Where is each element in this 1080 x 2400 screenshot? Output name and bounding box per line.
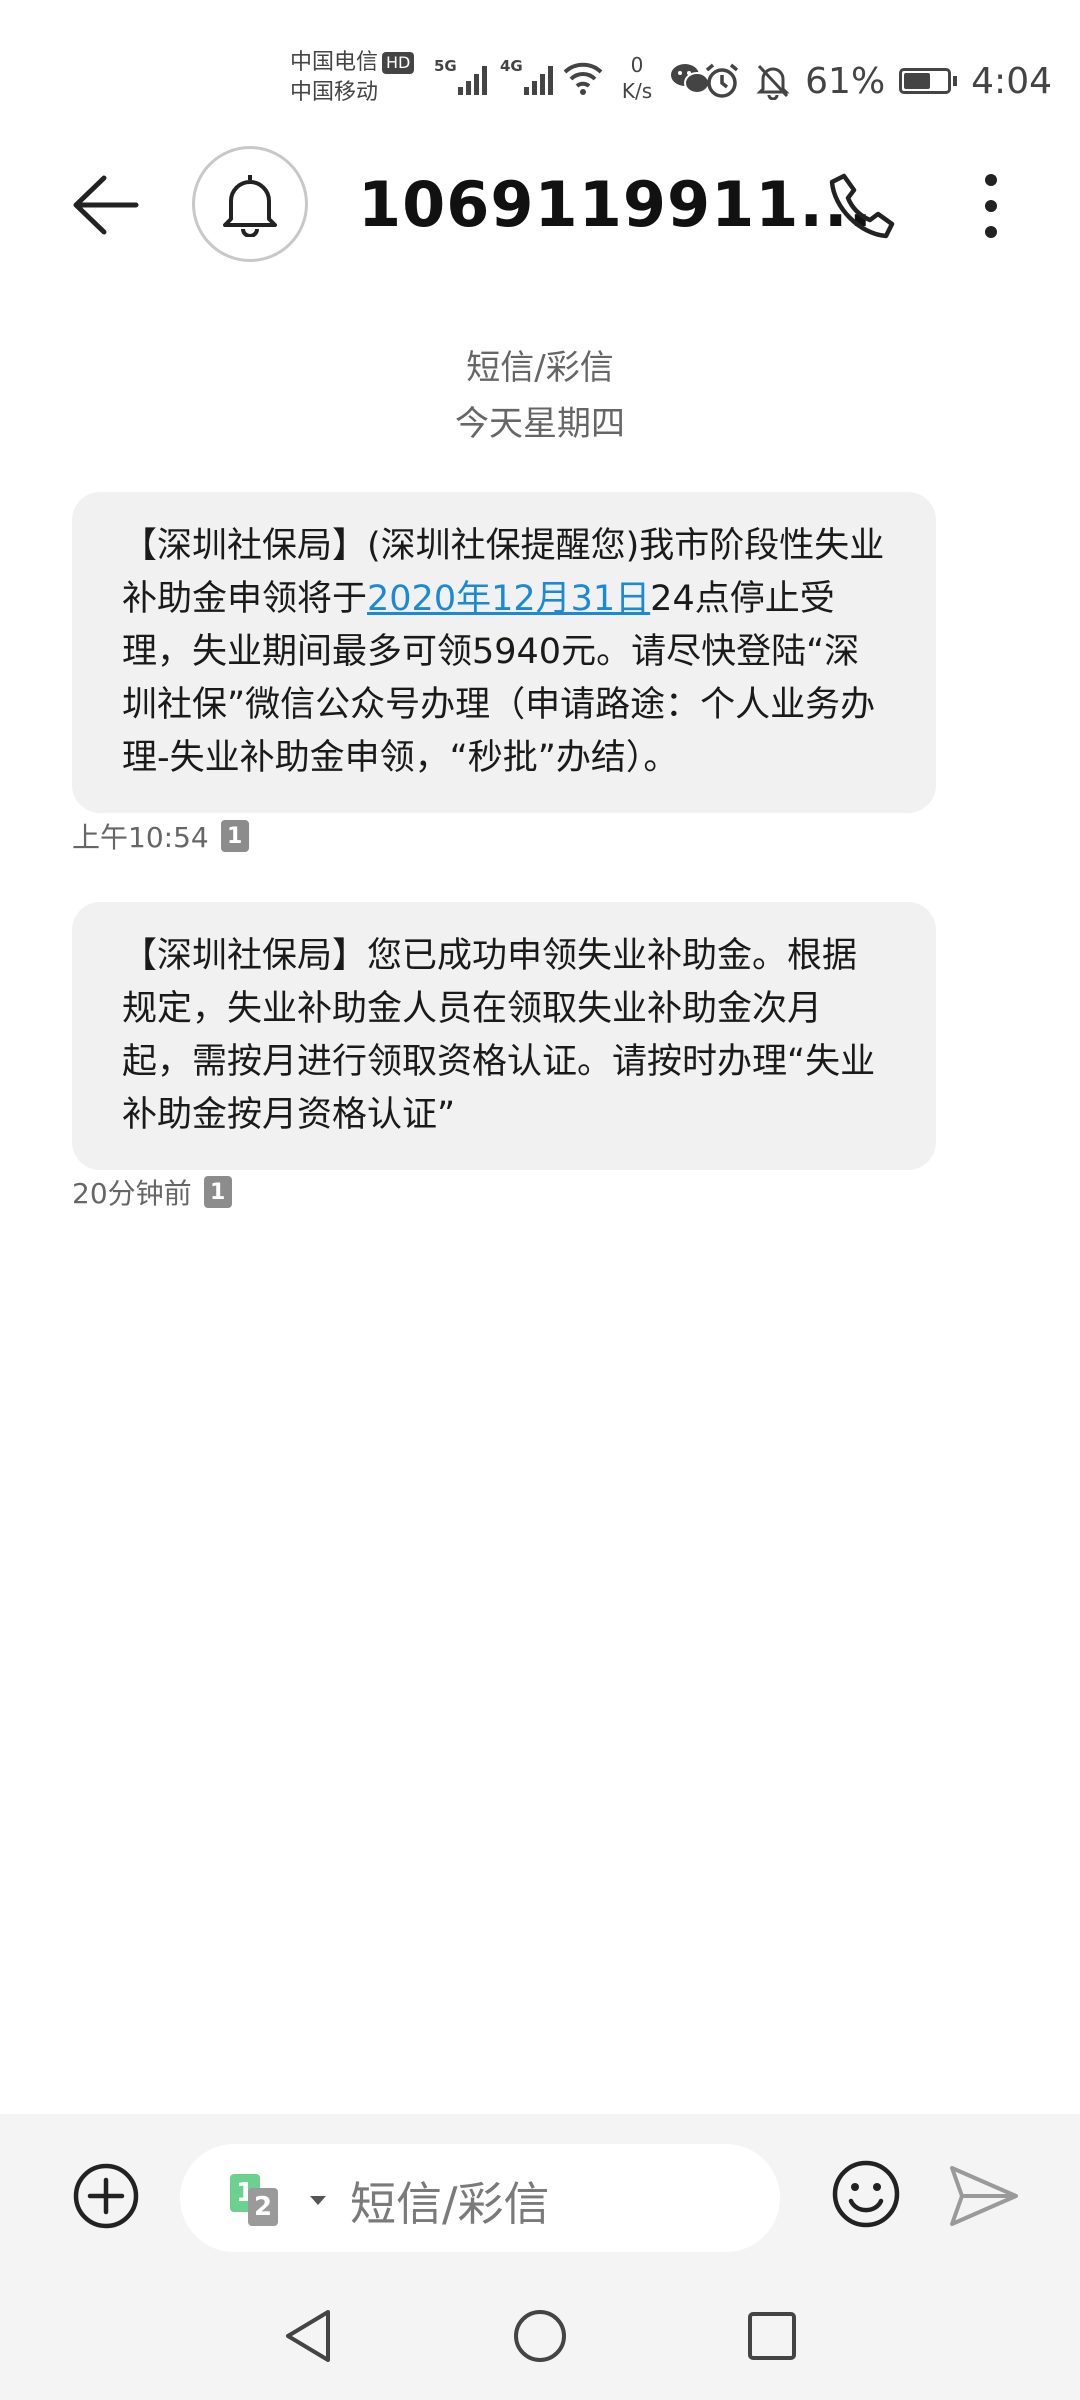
sim-card-badge: 1 xyxy=(220,820,249,852)
net-speed: 0 K/s xyxy=(612,52,662,104)
more-options-icon[interactable] xyxy=(966,170,1016,242)
battery-level-fill xyxy=(904,73,930,89)
contact-avatar[interactable] xyxy=(192,146,308,262)
compose-bar: 1 2 短信/彩信 xyxy=(0,2114,1080,2276)
status-right-group: 61% 4:04 xyxy=(703,56,1052,106)
net-speed-unit: K/s xyxy=(621,79,653,103)
battery-percent: 61% xyxy=(805,60,886,102)
wifi-icon xyxy=(563,62,603,95)
nav-recent-apps-icon[interactable] xyxy=(744,2308,800,2364)
sim-card-badge: 1 xyxy=(203,1176,232,1208)
chevron-down-icon xyxy=(310,2196,326,2205)
sim-selector[interactable]: 1 2 xyxy=(230,2174,326,2230)
emoji-icon[interactable] xyxy=(830,2158,902,2230)
carrier-1-label: 中国电信 xyxy=(290,50,379,75)
message-time: 20分钟前 xyxy=(72,1177,192,1210)
nav-home-icon[interactable] xyxy=(512,2306,568,2366)
message-bubble[interactable]: 【深圳社保局】(深圳社保提醒您)我市阶段性失业补助金申领将于2020年12月31… xyxy=(72,492,936,813)
hd-badge: HD xyxy=(382,52,415,74)
nav-back-icon[interactable] xyxy=(280,2306,336,2366)
contact-title: 1069119911... xyxy=(358,168,874,241)
back-arrow-icon[interactable] xyxy=(70,170,140,240)
net-speed-value: 0 xyxy=(630,53,644,77)
mute-bell-icon xyxy=(756,64,790,100)
message-input-placeholder: 短信/彩信 xyxy=(350,2177,550,2231)
carrier-info: 中国电信 HD 中国移动 xyxy=(290,48,415,108)
message-time: 上午10:54 xyxy=(72,821,209,854)
message-text: 【深圳社保局】您已成功申领失业补助金。根据规定，失业补助金人员在领取失业补助金次… xyxy=(122,936,876,1135)
clock: 4:04 xyxy=(971,60,1052,102)
message-input[interactable]: 1 2 短信/彩信 xyxy=(180,2144,780,2252)
bell-icon xyxy=(223,175,277,237)
date-link[interactable]: 2020年12月31日 xyxy=(367,579,650,619)
alarm-icon xyxy=(706,63,739,98)
conversation-header: 1069119911... xyxy=(0,140,1080,270)
message-bubble[interactable]: 【深圳社保局】您已成功申领失业补助金。根据规定，失业补助金人员在领取失业补助金次… xyxy=(72,902,936,1170)
battery-icon xyxy=(899,68,958,94)
message-meta: 20分钟前 1 xyxy=(72,1172,232,1212)
status-bar: 中国电信 HD 中国移动 5G 4G 0 K/s 61% 4:04 xyxy=(0,0,1080,150)
date-separator: 今天星期四 xyxy=(455,404,625,444)
message-type-label: 短信/彩信 xyxy=(466,348,614,388)
send-icon[interactable] xyxy=(948,2162,1020,2230)
signal-4g-label: 4G xyxy=(500,57,523,75)
add-attachment-icon[interactable] xyxy=(72,2162,140,2230)
signal-5g-icon: 5G xyxy=(434,57,487,95)
message-meta: 上午10:54 1 xyxy=(72,816,249,856)
phone-call-icon[interactable] xyxy=(826,170,898,242)
signal-5g-label: 5G xyxy=(434,57,457,75)
sim-2-icon: 2 xyxy=(248,2188,278,2226)
signal-4g-icon: 4G xyxy=(500,57,553,95)
carrier-2-label: 中国移动 xyxy=(290,80,379,105)
system-nav-bar xyxy=(0,2276,1080,2400)
